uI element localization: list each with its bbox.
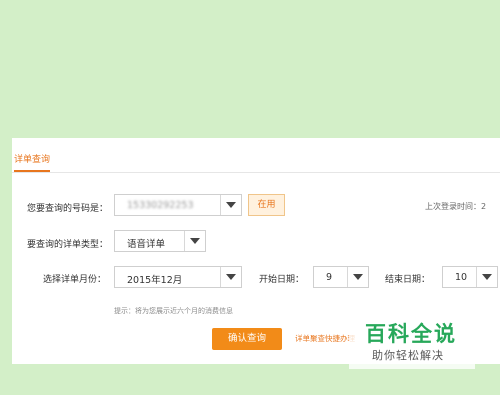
number-dropdown-arrow[interactable] [220, 195, 241, 215]
hint-text: 提示：将为您展示近六个月的消费信息 [114, 307, 233, 315]
start-date-dropdown-arrow[interactable] [347, 267, 368, 287]
chevron-down-icon [353, 274, 363, 280]
type-label: 要查询的详单类型： [27, 240, 109, 250]
chevron-down-icon [226, 274, 236, 280]
quick-handle-link[interactable]: 详单聚查快捷办理 [295, 333, 355, 344]
month-value: 2015年12月 [127, 275, 183, 286]
watermark-subtitle: 助你轻松解决 [372, 349, 444, 362]
number-label: 您要查询的号码是： [27, 204, 109, 214]
type-dropdown-arrow[interactable] [184, 231, 205, 251]
type-value: 语音详单 [127, 239, 166, 250]
watermark-title: 百科全说 [365, 322, 457, 346]
number-value: 15330292253 [127, 200, 194, 211]
status-badge[interactable]: 在用 [248, 194, 285, 216]
start-date-value: 9 [326, 272, 333, 283]
number-select[interactable]: 15330292253 [114, 194, 242, 216]
month-select[interactable]: 2015年12月 [114, 266, 242, 288]
end-date-dropdown-arrow[interactable] [476, 267, 497, 287]
tab-detail-query[interactable]: 详单查询 [14, 152, 51, 172]
chevron-down-icon [482, 274, 492, 280]
last-login-text: 上次登录时间：2 [425, 202, 487, 211]
start-date-label: 开始日期： [259, 275, 305, 285]
chevron-down-icon [226, 202, 236, 208]
end-date-value: 10 [455, 272, 468, 283]
baike-watermark-logo: 百科全说 助你轻松解决 [349, 316, 475, 369]
tab-bar: 详单查询 [12, 138, 500, 173]
month-dropdown-arrow[interactable] [220, 267, 241, 287]
confirm-query-button[interactable]: 确认查询 [212, 328, 282, 350]
end-date-select[interactable]: 10 [442, 266, 498, 288]
last-login-time: 上次登录时间：2 [425, 201, 486, 212]
chevron-down-icon [190, 238, 200, 244]
type-select[interactable]: 语音详单 [114, 230, 206, 252]
month-label: 选择详单月份： [43, 275, 107, 285]
start-date-select[interactable]: 9 [313, 266, 369, 288]
end-date-label: 结束日期： [385, 275, 431, 285]
